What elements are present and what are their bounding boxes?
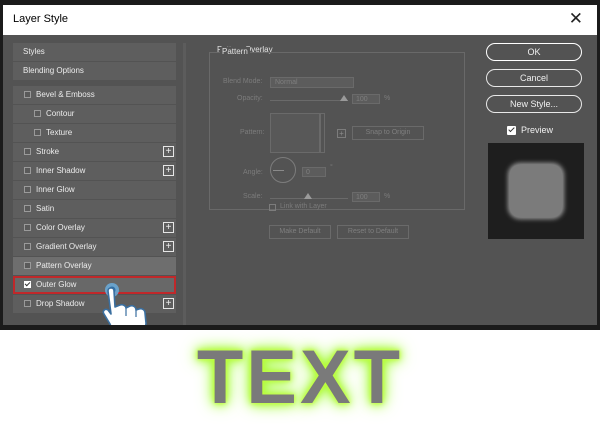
style-checkbox[interactable]: [24, 262, 31, 269]
style-item-label: Pattern Overlay: [36, 261, 92, 270]
dialog-title: Layer Style: [13, 13, 69, 25]
blend-mode-value: Normal: [275, 79, 298, 86]
screenshot-frame: Layer Style ✕ Styles Blending Options Beve…: [0, 0, 600, 330]
style-checkbox[interactable]: [24, 167, 31, 174]
add-style-icon[interactable]: +: [163, 165, 174, 176]
pattern-dropdown-arrow[interactable]: [320, 113, 325, 153]
opacity-unit: %: [384, 95, 391, 102]
panel-divider: [183, 43, 186, 325]
scale-input[interactable]: 100: [352, 192, 380, 202]
style-item-gradient-overlay[interactable]: Gradient Overlay +: [13, 238, 176, 256]
blend-mode-label: Blend Mode:: [223, 78, 263, 85]
opacity-slider-handle[interactable]: [340, 95, 348, 101]
pattern-group: Pattern Blend Mode: Normal Opacity: 100 …: [209, 47, 465, 210]
style-item-label: Contour: [46, 109, 75, 118]
scale-label: Scale:: [243, 193, 263, 200]
style-checkbox[interactable]: [24, 300, 31, 307]
make-default-label: Make Default: [279, 228, 321, 235]
snap-to-origin-button[interactable]: Snap to Origin: [352, 126, 424, 140]
style-checkbox[interactable]: [24, 281, 31, 288]
group-title: Pattern: [220, 47, 250, 56]
preview-shape: [510, 165, 562, 217]
make-default-button[interactable]: Make Default: [269, 225, 331, 239]
style-item-label: Texture: [46, 128, 73, 137]
style-checkbox[interactable]: [24, 224, 31, 231]
style-item-contour[interactable]: Contour: [13, 105, 176, 123]
close-icon[interactable]: ✕: [569, 9, 583, 29]
layer-style-dialog: Layer Style ✕ Styles Blending Options Beve…: [3, 5, 597, 325]
reset-to-default-label: Reset to Default: [347, 228, 399, 235]
style-item-bevel-emboss[interactable]: Bevel & Emboss: [13, 86, 176, 104]
link-with-layer-checkbox[interactable]: [269, 204, 276, 211]
preview-label: Preview: [521, 125, 554, 135]
angle-label: Angle:: [243, 169, 263, 176]
add-style-icon[interactable]: +: [163, 222, 174, 233]
style-item-label: Gradient Overlay: [36, 242, 97, 251]
style-item-label: Satin: [36, 204, 55, 213]
new-preset-icon[interactable]: +: [337, 129, 346, 138]
reset-to-default-button[interactable]: Reset to Default: [337, 225, 409, 239]
new-style-button[interactable]: New Style...: [486, 95, 582, 113]
pattern-picker[interactable]: [270, 113, 320, 153]
style-item-texture[interactable]: Texture: [13, 124, 176, 142]
opacity-slider-track[interactable]: [270, 100, 348, 101]
style-item-label: Inner Glow: [36, 185, 75, 194]
style-item-inner-shadow[interactable]: Inner Shadow +: [13, 162, 176, 180]
title-bar: Layer Style ✕: [3, 5, 597, 35]
style-checkbox[interactable]: [24, 91, 31, 98]
style-item-styles[interactable]: Styles: [13, 43, 176, 61]
angle-unit: °: [330, 164, 333, 171]
style-item-inner-glow[interactable]: Inner Glow: [13, 181, 176, 199]
scale-value: 100: [356, 194, 368, 201]
pattern-overlay-panel: Pattern Overlay Pattern Blend Mode: Norm…: [193, 39, 477, 321]
add-style-icon[interactable]: +: [163, 146, 174, 157]
style-item-stroke[interactable]: Stroke +: [13, 143, 176, 161]
opacity-label: Opacity:: [237, 95, 263, 102]
style-item-satin[interactable]: Satin: [13, 200, 176, 218]
angle-input[interactable]: 0: [302, 167, 326, 177]
style-checkbox[interactable]: [24, 186, 31, 193]
glowing-text: TEXT: [196, 335, 404, 420]
opacity-value: 100: [356, 96, 368, 103]
angle-value: 0: [306, 169, 310, 176]
ok-button[interactable]: OK: [486, 43, 582, 61]
style-item-label: Color Overlay: [36, 223, 85, 232]
blend-mode-select[interactable]: Normal: [270, 77, 354, 88]
style-checkbox[interactable]: [34, 129, 41, 136]
link-with-layer-label: Link with Layer: [280, 203, 327, 210]
pointing-hand-icon: [102, 283, 147, 325]
add-style-icon[interactable]: +: [163, 241, 174, 252]
style-item-label: Stroke: [36, 147, 60, 156]
add-style-icon[interactable]: +: [163, 298, 174, 309]
style-item-label: Inner Shadow: [36, 166, 86, 175]
style-item-color-overlay[interactable]: Color Overlay +: [13, 219, 176, 237]
style-checkbox[interactable]: [24, 205, 31, 212]
scale-slider-handle[interactable]: [304, 193, 312, 199]
snap-to-origin-label: Snap to Origin: [365, 129, 411, 136]
style-item-label: Styles: [23, 47, 45, 56]
style-item-pattern-overlay[interactable]: Pattern Overlay: [13, 257, 176, 275]
angle-dial-icon[interactable]: [270, 157, 296, 183]
style-item-label: Blending Options: [23, 66, 84, 75]
style-checkbox[interactable]: [34, 110, 41, 117]
preview-checkbox[interactable]: [507, 126, 516, 135]
actions-panel: OK Cancel New Style... Preview: [486, 43, 586, 243]
style-checkbox[interactable]: [24, 148, 31, 155]
cancel-button[interactable]: Cancel: [486, 69, 582, 87]
style-item-label: Bevel & Emboss: [36, 90, 95, 99]
style-item-blending-options[interactable]: Blending Options: [13, 62, 176, 80]
preview-thumbnail: [488, 143, 584, 239]
style-checkbox[interactable]: [24, 243, 31, 250]
scale-unit: %: [384, 193, 391, 200]
opacity-input[interactable]: 100: [352, 94, 380, 104]
style-item-label: Outer Glow: [36, 280, 77, 289]
pattern-label: Pattern:: [240, 129, 265, 136]
style-item-label: Drop Shadow: [36, 299, 85, 308]
